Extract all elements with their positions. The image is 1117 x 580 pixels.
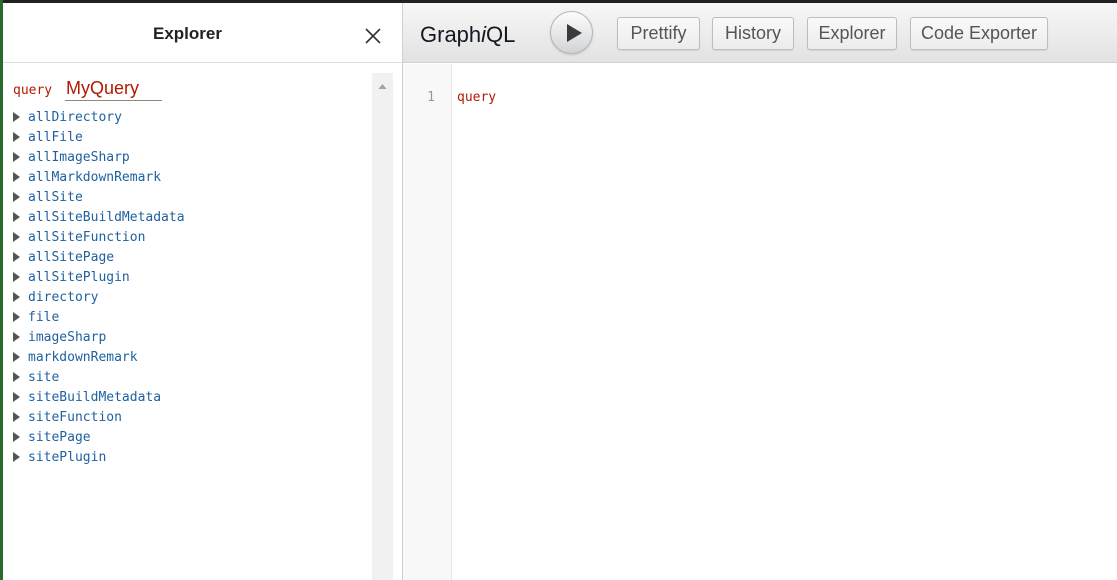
field-item[interactable]: markdownRemark [13, 347, 185, 367]
field-name: allFile [28, 129, 83, 145]
triangle-right-icon[interactable] [13, 407, 28, 427]
field-item[interactable]: siteBuildMetadata [13, 387, 185, 407]
field-item[interactable]: allSite [13, 187, 185, 207]
prettify-button[interactable]: Prettify [617, 17, 700, 50]
history-button[interactable]: History [712, 17, 794, 50]
triangle-right-icon[interactable] [13, 427, 28, 447]
close-explorer-button[interactable] [362, 25, 384, 47]
triangle-right-icon[interactable] [13, 327, 28, 347]
field-name: sitePage [28, 429, 91, 445]
field-name: site [28, 369, 60, 385]
explorer-title: Explorer [153, 24, 222, 43]
query-editor[interactable]: 1 query [403, 64, 1117, 580]
triangle-right-icon[interactable] [13, 447, 28, 467]
triangle-right-icon[interactable] [13, 267, 28, 287]
scroll-up-icon [378, 84, 387, 89]
triangle-right-icon[interactable] [13, 127, 28, 147]
triangle-right-icon[interactable] [13, 187, 28, 207]
field-item[interactable]: allSiteBuildMetadata [13, 207, 185, 227]
field-item[interactable]: allSitePage [13, 247, 185, 267]
field-item[interactable]: site [13, 367, 185, 387]
explorer-header: Explorer [3, 3, 402, 63]
explorer-button[interactable]: Explorer [807, 17, 897, 50]
field-name: allSiteFunction [28, 229, 146, 245]
graphiql-toolbar: GraphiQL Prettify History Explorer Code … [403, 3, 1117, 63]
field-name: allSite [28, 189, 83, 205]
field-item[interactable]: allFile [13, 127, 185, 147]
triangle-right-icon[interactable] [13, 227, 28, 247]
field-name: imageSharp [28, 329, 107, 345]
field-item[interactable]: siteFunction [13, 407, 185, 427]
operation-name-input[interactable] [65, 77, 162, 101]
triangle-right-icon[interactable] [13, 287, 28, 307]
field-item[interactable]: sitePage [13, 427, 185, 447]
field-name: allSiteBuildMetadata [28, 209, 185, 225]
triangle-right-icon[interactable] [13, 347, 28, 367]
triangle-right-icon[interactable] [13, 247, 28, 267]
field-item[interactable]: sitePlugin [13, 447, 185, 467]
triangle-right-icon[interactable] [13, 107, 28, 127]
field-name: directory [28, 289, 99, 305]
field-item[interactable]: directory [13, 287, 185, 307]
line-number: 1 [427, 90, 435, 105]
field-name: allSitePlugin [28, 269, 130, 285]
title-prefix: Graph [420, 22, 482, 47]
field-name: allDirectory [28, 109, 122, 125]
field-name: siteFunction [28, 409, 122, 425]
explorer-scrollbar[interactable] [372, 73, 393, 580]
field-name: allSitePage [28, 249, 115, 265]
code-exporter-button[interactable]: Code Exporter [910, 17, 1048, 50]
field-name: allImageSharp [28, 149, 130, 165]
field-name: siteBuildMetadata [28, 389, 162, 405]
field-item[interactable]: imageSharp [13, 327, 185, 347]
field-item[interactable]: allDirectory [13, 107, 185, 127]
explorer-panel: Explorer query allDirectory allFile allIma… [3, 3, 402, 580]
triangle-right-icon[interactable] [13, 387, 28, 407]
play-icon [567, 24, 582, 42]
line-number-gutter: 1 [403, 64, 452, 580]
field-item[interactable]: allImageSharp [13, 147, 185, 167]
code-line[interactable]: query [457, 90, 496, 105]
scroll-up-button[interactable] [372, 79, 393, 93]
field-name: markdownRemark [28, 349, 138, 365]
triangle-right-icon[interactable] [13, 167, 28, 187]
title-suffix: QL [486, 22, 516, 47]
field-item[interactable]: allSitePlugin [13, 267, 185, 287]
field-item[interactable]: allSiteFunction [13, 227, 185, 247]
field-name: sitePlugin [28, 449, 107, 465]
triangle-right-icon[interactable] [13, 147, 28, 167]
execute-query-button[interactable] [550, 11, 593, 54]
query-keyword: query [13, 83, 53, 98]
triangle-right-icon[interactable] [13, 207, 28, 227]
field-list: allDirectory allFile allImageSharp allMarkd… [13, 107, 185, 467]
app-title: GraphiQL [420, 22, 515, 48]
field-item[interactable]: allMarkdownRemark [13, 167, 185, 187]
close-icon [365, 28, 381, 44]
triangle-right-icon[interactable] [13, 307, 28, 327]
triangle-right-icon[interactable] [13, 367, 28, 387]
field-name: allMarkdownRemark [28, 169, 162, 185]
field-name: file [28, 309, 60, 325]
field-item[interactable]: file [13, 307, 185, 327]
